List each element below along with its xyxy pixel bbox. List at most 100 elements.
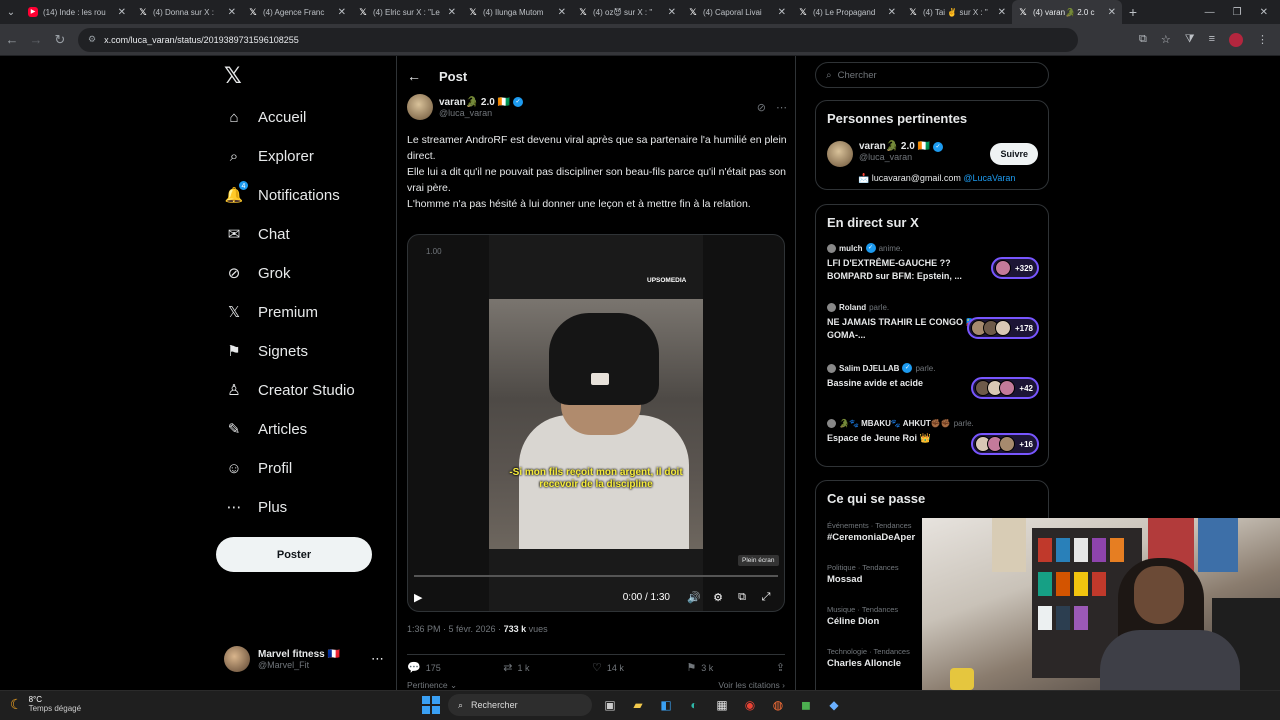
fullscreen-icon[interactable]: ⤢ — [754, 591, 778, 604]
play-icon[interactable]: ▶ — [414, 591, 428, 604]
back-arrow-icon[interactable]: ← — [407, 68, 421, 84]
nav-item-premium[interactable]: 𝕏 Premium — [224, 297, 318, 327]
live-space-item[interactable]: mulch ✓ anime. LFI D'EXTRÊME-GAUCHE ?? BOMP… — [827, 243, 1039, 283]
close-tab-icon[interactable]: ✕ — [998, 7, 1006, 18]
browser-tab[interactable]: 𝕏 (4) oz😈 sur X : " ✕ — [572, 0, 682, 24]
nav-item-explorer[interactable]: ⌕ Explorer — [224, 141, 314, 171]
trend-item[interactable]: Technologie · Tendances Charles Alloncle — [827, 647, 910, 669]
nav-item-grok[interactable]: ⊘ Grok — [224, 258, 291, 288]
edge-icon[interactable]: ◐ — [684, 695, 704, 715]
browser-tab[interactable]: ▶ (14) Inde : les rou ✕ — [22, 0, 132, 24]
game-app-icon[interactable]: ◼ — [796, 695, 816, 715]
author-handle[interactable]: @luca_varan — [439, 108, 523, 118]
minimize-icon[interactable]: — — [1205, 7, 1215, 18]
live-listeners-pill[interactable]: +16 — [971, 433, 1039, 455]
post-button[interactable]: Poster — [216, 537, 372, 572]
close-tab-icon[interactable]: ✕ — [228, 7, 236, 18]
search-input[interactable]: ⌕ Chercher — [815, 62, 1049, 88]
browser-tab[interactable]: 𝕏 (4) Agence Franc ✕ — [242, 0, 352, 24]
app-icon[interactable]: ▦ — [712, 695, 732, 715]
close-tab-icon[interactable]: ✕ — [118, 7, 126, 18]
nav-item-chat[interactable]: ✉ Chat — [224, 219, 290, 249]
video-frame[interactable]: UPSOMEDIA -Si mon fils reçoit mon argent… — [489, 235, 703, 611]
close-tab-icon[interactable]: ✕ — [448, 7, 456, 18]
task-view-icon[interactable]: ▣ — [600, 695, 620, 715]
video-progress-bar[interactable] — [414, 575, 778, 577]
store-icon[interactable]: ◧ — [656, 695, 676, 715]
live-space-item[interactable]: Salim DJELLAB ✓ parle. Bassine avide et aci… — [827, 363, 1039, 399]
browser-tab[interactable]: 𝕏 (4) Elric sur X : "Le ✕ — [352, 0, 462, 24]
trend-item[interactable]: Politique · Tendances Mossad — [827, 563, 899, 585]
x-logo-icon[interactable]: 𝕏 — [224, 64, 242, 89]
author-avatar[interactable] — [407, 94, 433, 120]
account-switcher[interactable]: Marvel fitness 🇫🇷 @Marvel_Fit ⋯ — [224, 643, 384, 675]
close-tab-icon[interactable]: ✕ — [778, 7, 786, 18]
close-tab-icon[interactable]: ✕ — [1108, 7, 1116, 18]
nav-item-notifications[interactable]: 🔔 4 Notifications — [224, 180, 340, 210]
site-info-icon[interactable]: ⚙ — [88, 34, 96, 45]
nav-item-signets[interactable]: ⚑ Signets — [224, 336, 308, 366]
restore-icon[interactable]: ❐ — [1233, 7, 1242, 18]
shelf-item — [1056, 538, 1070, 562]
like-button[interactable]: ♡ 14 k — [592, 661, 624, 674]
browser-tab[interactable]: 𝕏 (4) Donna sur X : ✕ — [132, 0, 242, 24]
file-explorer-icon[interactable]: ▰ — [628, 695, 648, 715]
reply-button[interactable]: 💬 175 — [407, 661, 441, 674]
browser-menu-icon[interactable]: ⋮ — [1257, 33, 1268, 47]
browser-tab[interactable]: 𝕏 (4) Ilunga Mutom ✕ — [462, 0, 572, 24]
windows-start-icon[interactable] — [422, 696, 440, 714]
close-tab-icon[interactable]: ✕ — [668, 7, 676, 18]
tab-search-chevron-icon[interactable]: ⌄ — [0, 0, 22, 24]
bookmark-button[interactable]: ⚑ 3 k — [686, 661, 713, 674]
follow-button[interactable]: Suivre — [990, 143, 1038, 165]
media-icon[interactable]: ≡ — [1209, 33, 1215, 47]
close-window-icon[interactable]: ✕ — [1260, 7, 1268, 18]
bookmark-count: 3 k — [701, 662, 714, 673]
live-listeners-pill[interactable]: +329 — [990, 257, 1039, 279]
url-field[interactable]: ⚙ x.com/luca_varan/status/20193897315961… — [78, 27, 1078, 52]
volume-icon[interactable]: 🔊 — [682, 591, 706, 604]
nav-item-plus[interactable]: ⋯ Plus — [224, 492, 288, 522]
close-tab-icon[interactable]: ✕ — [558, 7, 566, 18]
firefox-icon[interactable]: ◍ — [768, 695, 788, 715]
live-listeners-pill[interactable]: +42 — [971, 377, 1039, 399]
grok-icon[interactable]: ⊘ — [757, 101, 766, 114]
close-tab-icon[interactable]: ✕ — [888, 7, 896, 18]
back-icon[interactable]: ← — [0, 32, 24, 47]
share-button[interactable]: ⇪ — [776, 661, 785, 674]
browser-tab[interactable]: 𝕏 (4) Le Propagand ✕ — [792, 0, 902, 24]
forward-icon[interactable]: → — [24, 32, 48, 47]
reload-icon[interactable]: ↻ — [48, 32, 72, 48]
new-tab-button[interactable]: + — [1122, 4, 1144, 20]
live-space-item[interactable]: Roland parle. NE JAMAIS TRAHIR LE CONGO 🇨🇩… — [827, 303, 1039, 342]
trend-item[interactable]: Musique · Tendances Céline Dion — [827, 605, 898, 627]
picture-in-picture-icon[interactable]: ⧉ — [730, 591, 754, 604]
browser-tab[interactable]: 𝕏 (4) Tai ✌️ sur X : " ✕ — [902, 0, 1012, 24]
more-options-icon[interactable]: ⋯ — [776, 101, 787, 114]
nav-item-profil[interactable]: ☺ Profil — [224, 453, 292, 483]
profile-avatar[interactable] — [1229, 32, 1243, 47]
close-tab-icon[interactable]: ✕ — [338, 7, 346, 18]
weather-widget[interactable]: ☾ 8°C Temps dégagé — [10, 695, 81, 713]
settings-icon[interactable]: ⚙ — [706, 591, 730, 604]
more-icon[interactable]: ⋯ — [371, 651, 384, 667]
author-name[interactable]: varan🐊 2.0 🇨🇮 — [439, 97, 510, 108]
taskbar-search[interactable]: ⌕ Rechercher — [448, 694, 592, 716]
nav-item-articles[interactable]: ✎ Articles — [224, 414, 307, 444]
app-icon[interactable]: ◆ — [824, 695, 844, 715]
live-listeners-pill[interactable]: +178 — [966, 317, 1039, 339]
trend-item[interactable]: Événements · Tendances #CeremoniaDeAper — [827, 521, 915, 543]
browser-tab[interactable]: 𝕏 (4) varan🐊 2.0 c ✕ — [1012, 0, 1122, 24]
bio-link[interactable]: @LucaVaran — [963, 173, 1015, 183]
browser-tab[interactable]: 𝕏 (4) Caporal Livai ✕ — [682, 0, 792, 24]
extensions-icon[interactable]: ⧩ — [1185, 33, 1195, 47]
chrome-icon[interactable]: ◉ — [740, 695, 760, 715]
post-timestamp[interactable]: 1:36 PM · 5 févr. 2026 · — [407, 624, 504, 634]
nav-item-accueil[interactable]: ⌂ Accueil — [224, 102, 306, 132]
live-space-item[interactable]: 🐊🐾 MBAKU🐾 AHKUT✊🏾✊🏾 parle. Espace de Jeune… — [827, 419, 1039, 455]
nav-item-creator-studio[interactable]: ♙ Creator Studio — [224, 375, 354, 405]
bookmark-star-icon[interactable]: ☆ — [1161, 33, 1171, 47]
repost-button[interactable]: ⇄ 1 k — [503, 661, 529, 674]
video-player[interactable]: 1.00 UPSOMEDIA -Si mon fils reçoit mon a… — [407, 234, 785, 612]
install-app-icon[interactable]: ⧉ — [1139, 33, 1147, 47]
